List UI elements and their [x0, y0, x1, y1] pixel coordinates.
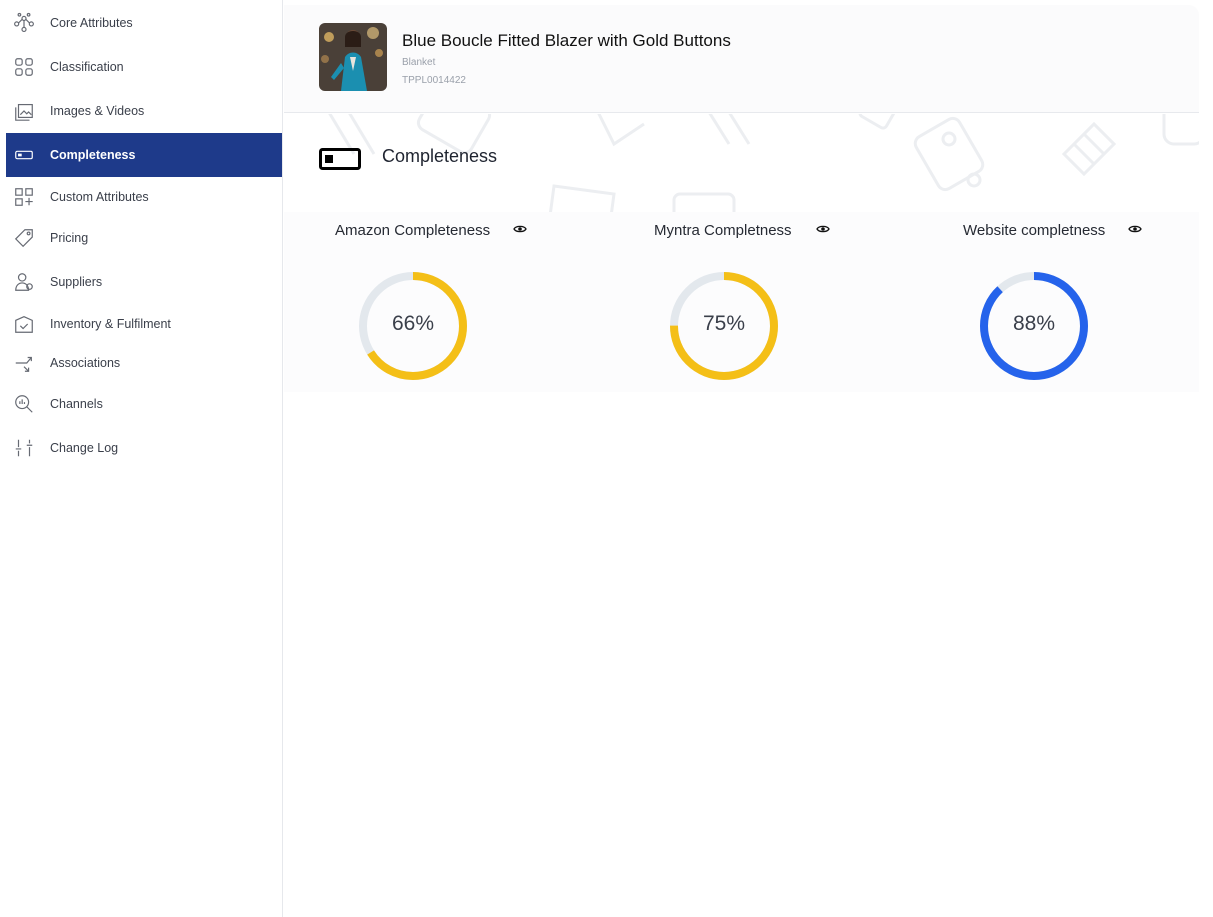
completeness-cards: Amazon Completeness 66% Myntra Completne… [284, 212, 1199, 392]
sidebar-item-images-videos[interactable]: Images & Videos [6, 89, 282, 133]
sidebar-item-label: Inventory & Fulfilment [50, 317, 171, 331]
sidebar-item-custom-attributes[interactable]: Custom Attributes [6, 175, 282, 219]
sidebar-item-label: Custom Attributes [50, 190, 149, 204]
grid-icon [12, 55, 36, 79]
sidebar-item-suppliers[interactable]: Suppliers [6, 260, 282, 304]
percent-label: 75% [702, 312, 746, 335]
sliders-icon [12, 436, 36, 460]
completeness-card-amazon: Amazon Completeness 66% [284, 212, 584, 392]
sidebar-item-associations[interactable]: Associations [6, 341, 282, 385]
molecule-icon [12, 11, 36, 35]
section-header: Completeness [284, 114, 1199, 212]
sidebar-item-completeness[interactable]: Completeness [6, 133, 282, 177]
sidebar: Core Attributes Classification Images & … [0, 0, 283, 917]
tag-icon [12, 226, 36, 250]
completeness-card-website: Website completness 88% [904, 212, 1204, 392]
product-header: Blue Boucle Fitted Blazer with Gold Butt… [284, 5, 1199, 113]
section-title: Completeness [382, 146, 498, 166]
sidebar-item-label: Images & Videos [50, 104, 145, 118]
sidebar-item-inventory[interactable]: Inventory & Fulfilment [6, 302, 282, 346]
sidebar-item-core-attributes[interactable]: Core Attributes [6, 1, 282, 45]
sidebar-item-label: Classification [50, 60, 124, 74]
product-category: Blanket [402, 57, 436, 68]
eye-icon[interactable] [513, 222, 527, 236]
user-icon [12, 270, 36, 294]
percent-label: 66% [391, 312, 435, 335]
sidebar-item-classification[interactable]: Classification [6, 45, 282, 89]
card-title: Amazon Completeness [335, 222, 491, 239]
warehouse-icon [12, 312, 36, 336]
sidebar-item-pricing[interactable]: Pricing [6, 216, 282, 260]
product-sku: TPPL0014422 [402, 75, 466, 86]
sidebar-item-change-log[interactable]: Change Log [6, 426, 282, 470]
percent-label: 88% [1012, 312, 1056, 335]
sidebar-item-label: Pricing [50, 231, 89, 245]
product-title: Blue Boucle Fitted Blazer with Gold Butt… [402, 31, 731, 50]
battery-icon [319, 148, 361, 170]
card-title: Myntra Completness [654, 222, 792, 239]
eye-icon[interactable] [1128, 222, 1142, 236]
product-thumbnail[interactable] [319, 23, 387, 91]
grid-plus-icon [12, 185, 36, 209]
sidebar-item-label: Core Attributes [50, 16, 133, 30]
main-content: Blue Boucle Fitted Blazer with Gold Butt… [284, 0, 1213, 917]
sidebar-item-label: Channels [50, 397, 103, 411]
completeness-card-myntra: Myntra Completness 75% [594, 212, 894, 392]
card-title: Website completness [963, 222, 1106, 239]
magnify-chart-icon [12, 392, 36, 416]
arrows-icon [12, 351, 36, 375]
sidebar-item-channels[interactable]: Channels [6, 382, 282, 426]
sidebar-item-label: Associations [50, 356, 121, 370]
sidebar-item-label: Completeness [50, 148, 136, 162]
battery-icon [12, 143, 36, 167]
sidebar-item-label: Change Log [50, 441, 119, 455]
gallery-icon [12, 99, 36, 123]
eye-icon[interactable] [816, 222, 830, 236]
sidebar-item-label: Suppliers [50, 275, 103, 289]
